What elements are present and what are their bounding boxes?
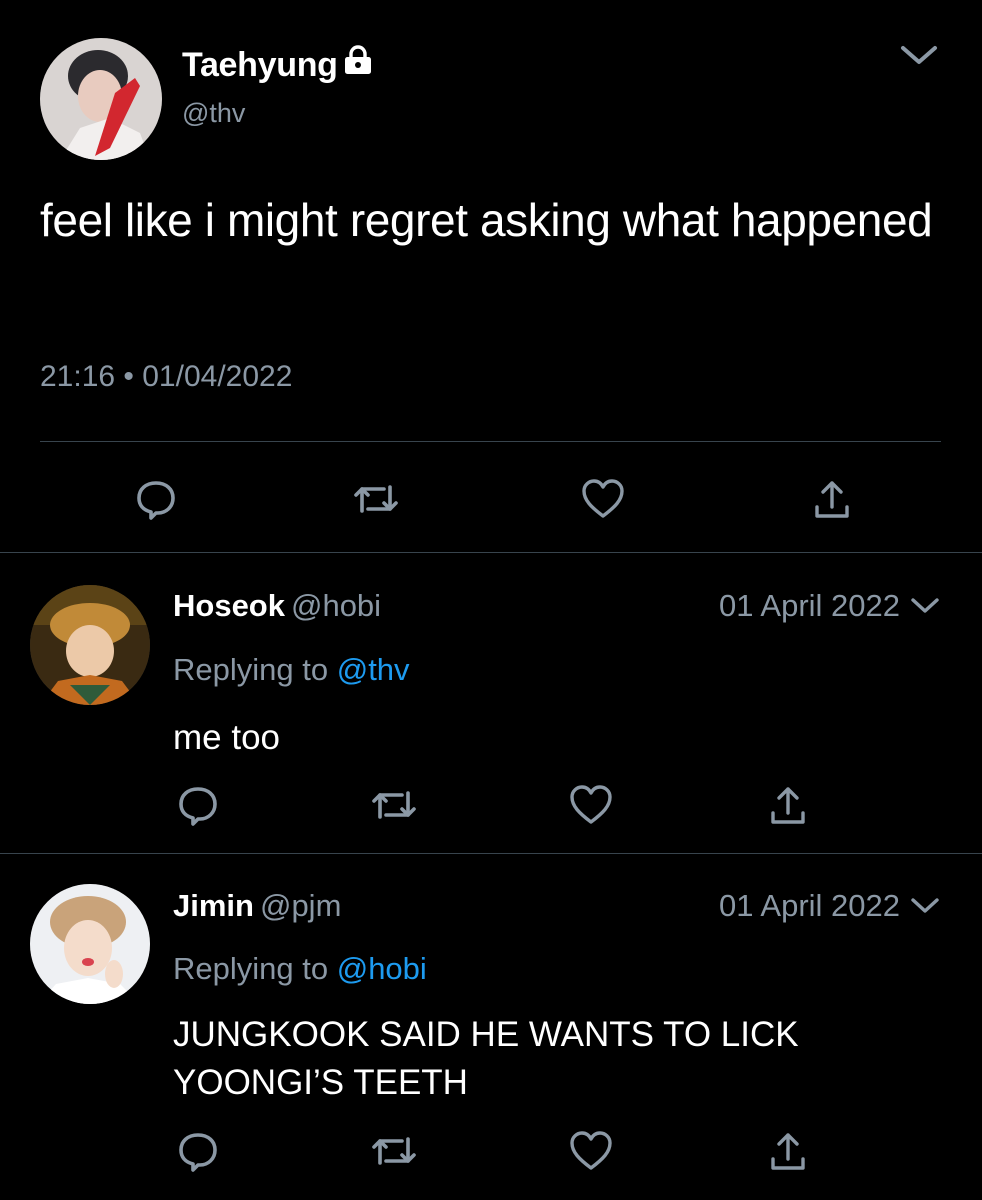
- share-icon: [771, 787, 805, 824]
- tweet-text: feel like i might regret asking what hap…: [40, 194, 933, 246]
- like-icon: [570, 1131, 612, 1170]
- reply-date[interactable]: 01 April 2022: [719, 888, 940, 924]
- divider: [0, 853, 982, 854]
- author-handle[interactable]: @thv: [182, 98, 245, 129]
- retweet-button[interactable]: [366, 780, 422, 830]
- reply-button[interactable]: [128, 474, 184, 524]
- retweet-button[interactable]: [366, 1126, 422, 1176]
- reply-icon: [179, 787, 217, 826]
- share-button[interactable]: [760, 780, 816, 830]
- replying-to: Replying to @thv: [173, 652, 410, 688]
- replying-to-prefix: Replying to: [173, 951, 329, 986]
- divider: [40, 441, 941, 442]
- share-button[interactable]: [804, 474, 860, 524]
- reply-text: me too: [173, 718, 280, 757]
- retweet-button[interactable]: [348, 474, 404, 524]
- reply-avatar[interactable]: [30, 884, 150, 1004]
- reply-button[interactable]: [170, 780, 226, 830]
- chevron-down-icon[interactable]: [910, 895, 940, 917]
- chevron-down-icon[interactable]: [898, 40, 940, 75]
- reply-author-name[interactable]: Jimin: [173, 888, 254, 923]
- like-button[interactable]: [563, 780, 619, 830]
- reply-icon: [137, 481, 175, 520]
- retweet-icon: [372, 791, 416, 819]
- reply-date[interactable]: 01 April 2022: [719, 588, 940, 624]
- reply-author[interactable]: Jimin @pjm: [173, 888, 341, 924]
- reply-author-handle[interactable]: @hobi: [291, 588, 381, 623]
- replying-to: Replying to @hobi: [173, 951, 427, 987]
- reply-avatar[interactable]: [30, 585, 150, 705]
- author-name[interactable]: Taehyung: [182, 44, 374, 87]
- reply-author-handle[interactable]: @pjm: [260, 888, 341, 923]
- reply-date-text[interactable]: 01 April 2022: [719, 588, 900, 624]
- reply-author[interactable]: Hoseok @hobi: [173, 588, 381, 624]
- reply-text: JUNGKOOK SAID HE WANTS TO LICK YOONGI’S …: [173, 1015, 799, 1102]
- replying-to-prefix: Replying to: [173, 652, 329, 687]
- divider: [0, 552, 982, 553]
- share-icon: [815, 481, 849, 518]
- retweet-icon: [354, 485, 398, 513]
- reply-button[interactable]: [170, 1126, 226, 1176]
- lock-icon: [342, 44, 374, 84]
- chevron-down-icon[interactable]: [910, 595, 940, 617]
- share-button[interactable]: [760, 1126, 816, 1176]
- tweet-timestamp[interactable]: 21:16 • 01/04/2022: [40, 360, 292, 394]
- like-icon: [582, 479, 624, 518]
- reply-author-name[interactable]: Hoseok: [173, 588, 285, 623]
- like-button[interactable]: [563, 1126, 619, 1176]
- share-icon: [771, 1133, 805, 1170]
- like-button[interactable]: [575, 474, 631, 524]
- retweet-icon: [372, 1137, 416, 1165]
- author-avatar[interactable]: [40, 38, 162, 160]
- replying-to-mention[interactable]: @thv: [337, 652, 410, 687]
- author-name-text[interactable]: Taehyung: [182, 46, 338, 84]
- reply-icon: [179, 1133, 217, 1172]
- replying-to-mention[interactable]: @hobi: [337, 951, 427, 986]
- like-icon: [570, 785, 612, 824]
- reply-date-text[interactable]: 01 April 2022: [719, 888, 900, 924]
